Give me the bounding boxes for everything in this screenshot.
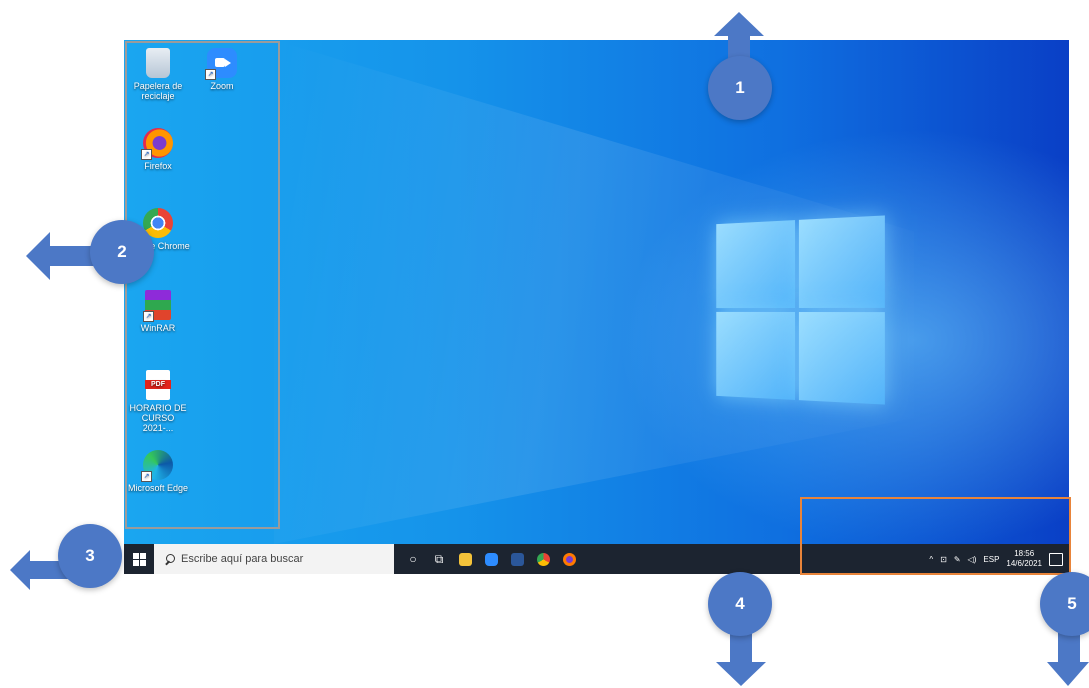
system-tray-highlight-box [800,497,1071,575]
marker-4: 4 [708,572,772,636]
search-icon [164,553,175,565]
start-button[interactable] [124,544,154,574]
pinned-apps: ○ ⧉ [400,544,582,574]
page: Papelera de reciclaje ↗ Zoom ↗ Firefox G… [0,0,1089,688]
search-placeholder: Escribe aquí para buscar [181,553,304,565]
windows-start-icon [132,552,146,566]
word-icon[interactable] [504,544,530,574]
cortana-icon[interactable]: ○ [400,544,426,574]
marker-3: 3 [58,524,122,588]
taskbar-search-box[interactable]: Escribe aquí para buscar [154,544,394,574]
desktop-icons-highlight-box [125,41,280,529]
windows-logo-wallpaper [716,215,885,405]
firefox-icon[interactable] [556,544,582,574]
task-view-icon[interactable]: ⧉ [426,544,452,574]
marker-1: 1 [708,56,772,120]
marker-2: 2 [90,220,154,284]
zoom-icon[interactable] [478,544,504,574]
file-explorer-icon[interactable] [452,544,478,574]
chrome-icon[interactable] [530,544,556,574]
